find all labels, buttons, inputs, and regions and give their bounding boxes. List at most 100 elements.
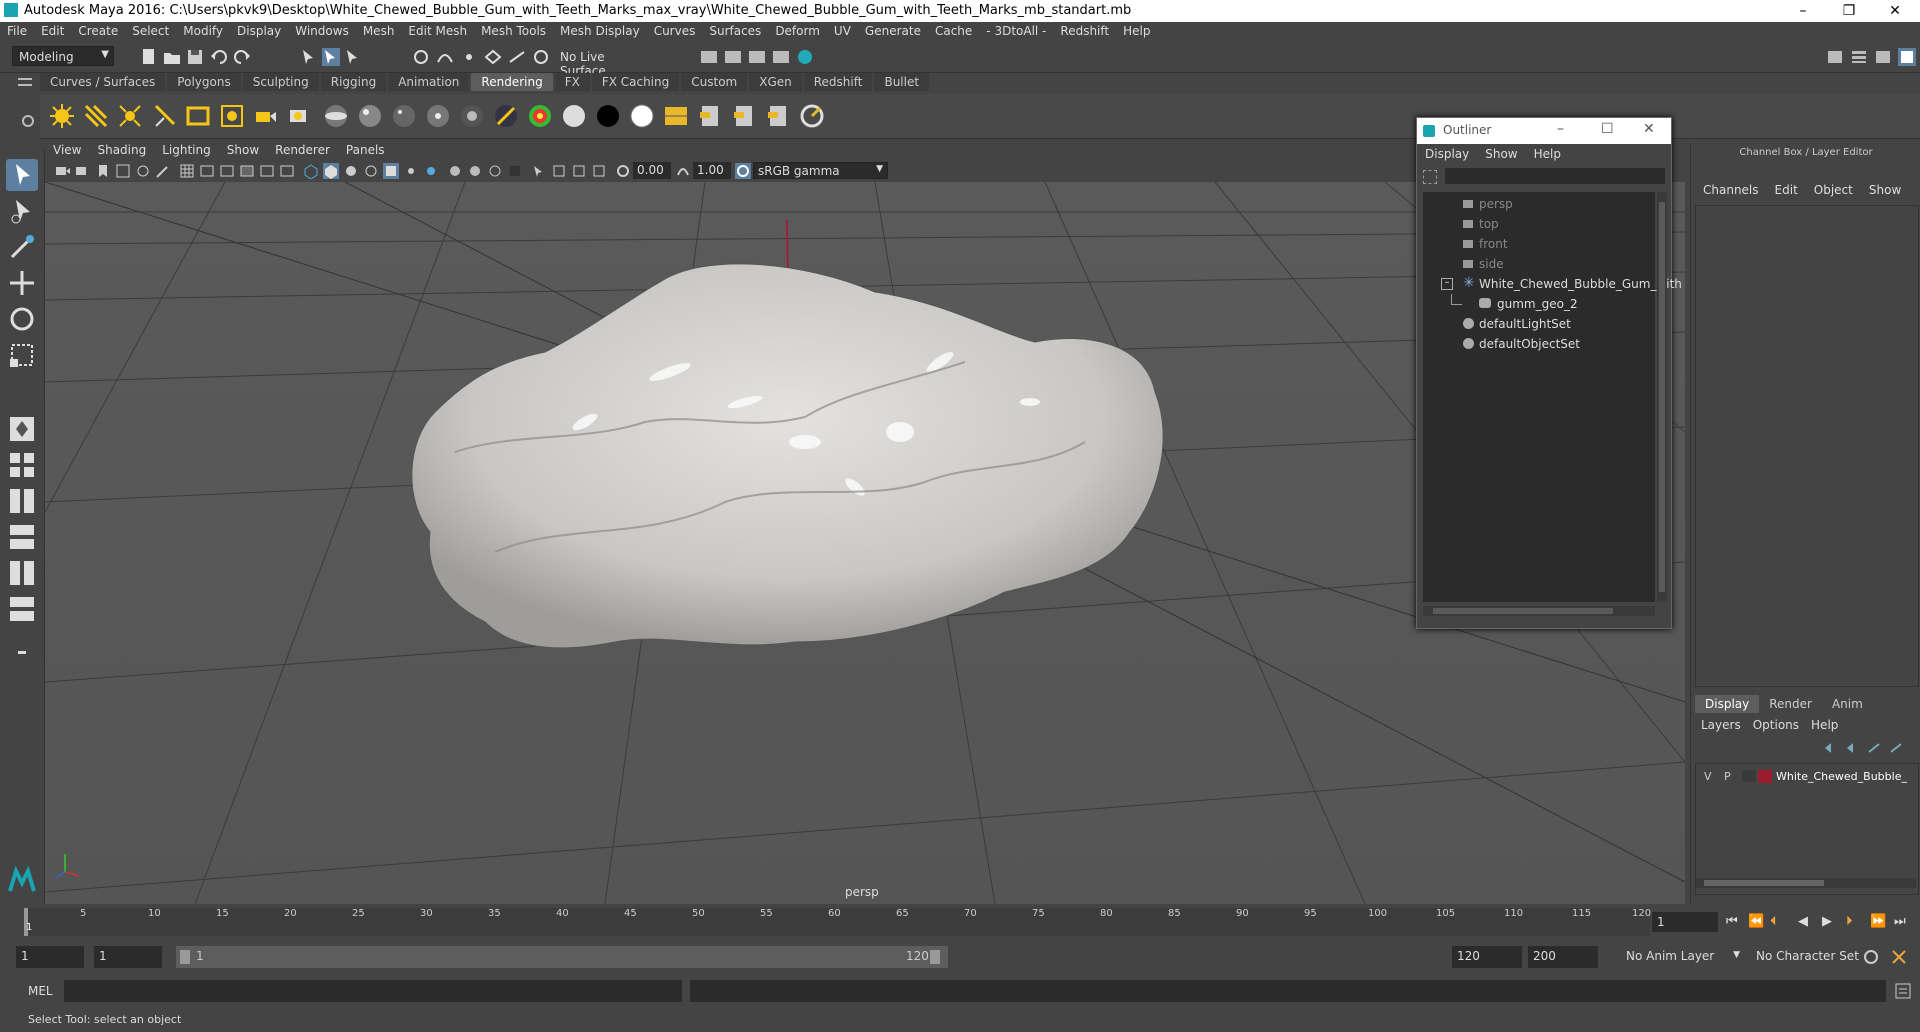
phong-e-shader-icon[interactable] — [424, 102, 452, 130]
outliner-vscrollbar[interactable] — [1657, 192, 1667, 602]
smooth-shade-icon[interactable] — [323, 163, 339, 179]
default-material-icon[interactable] — [343, 163, 359, 179]
scale-tool-icon[interactable] — [6, 339, 38, 371]
anti-aliasing-icon[interactable] — [487, 163, 503, 179]
close-button[interactable]: ✕ — [1872, 0, 1918, 22]
textured-icon[interactable] — [383, 163, 399, 179]
grid-toggle-icon[interactable] — [179, 163, 195, 179]
shelf-menu-icon[interactable] — [18, 78, 32, 90]
move-layer-down-icon[interactable] — [1845, 740, 1861, 756]
camera-aim-icon[interactable] — [286, 102, 314, 130]
live-surface-icon[interactable] — [532, 48, 550, 66]
tool-settings-icon[interactable] — [1874, 48, 1892, 66]
time-slider[interactable]: 1 5 10 15 20 25 30 35 40 45 50 55 60 65 … — [0, 904, 1920, 940]
menu-surfaces[interactable]: Surfaces — [702, 22, 768, 38]
bookmark-icon[interactable] — [95, 163, 111, 179]
lambert-shader-icon[interactable] — [322, 102, 350, 130]
outliner-item-default-light-set[interactable]: defaultLightSet — [1423, 314, 1653, 334]
time-ruler[interactable]: 1 5 10 15 20 25 30 35 40 45 50 55 60 65 … — [24, 908, 1651, 936]
outliner-item-gumm-geo[interactable]: gumm_geo_2 — [1423, 294, 1653, 314]
outliner-minimize-icon[interactable]: – — [1557, 121, 1564, 137]
ipr-render-icon[interactable] — [748, 48, 766, 66]
menu-modify[interactable]: Modify — [176, 22, 230, 38]
current-frame-field[interactable]: 1 — [1652, 912, 1718, 932]
layout-single-icon[interactable] — [6, 413, 38, 445]
menu-mesh-display[interactable]: Mesh Display — [553, 22, 647, 38]
outliner-hscrollbar[interactable] — [1423, 606, 1655, 616]
snap-point-icon[interactable] — [460, 48, 478, 66]
tab-fx[interactable]: FX — [554, 73, 590, 91]
layer-type-toggle[interactable] — [1742, 770, 1756, 782]
live-surface-field[interactable]: No Live Surface — [554, 47, 646, 78]
render-settings-icon[interactable] — [772, 48, 790, 66]
layer-visibility-toggle[interactable]: V — [1704, 770, 1712, 783]
cb-menu-edit[interactable]: Edit — [1767, 183, 1806, 197]
tab-rigging[interactable]: Rigging — [320, 73, 387, 91]
resolution-gate-icon[interactable] — [219, 163, 235, 179]
outliner-menu-help[interactable]: Help — [1526, 144, 1569, 164]
wireframe-icon[interactable] — [303, 163, 319, 179]
new-empty-layer-icon[interactable] — [1867, 740, 1883, 756]
tab-redshift[interactable]: Redshift — [803, 73, 873, 91]
save-scene-icon[interactable] — [186, 48, 204, 66]
step-forward-frame-icon[interactable]: ⏵ — [1846, 914, 1853, 929]
menu-windows[interactable]: Windows — [288, 22, 356, 38]
layout-persp-outliner-icon[interactable] — [6, 521, 38, 553]
spot-light-icon[interactable] — [150, 102, 178, 130]
select-tool-icon[interactable] — [6, 159, 38, 191]
tab-display[interactable]: Display — [1695, 695, 1760, 713]
play-forward-icon[interactable]: ▶ — [1822, 914, 1832, 929]
tab-custom[interactable]: Custom — [681, 73, 748, 91]
xray-icon[interactable] — [551, 163, 567, 179]
outliner-item-persp[interactable]: persp — [1423, 194, 1653, 214]
white-shader-icon[interactable] — [628, 102, 656, 130]
color-space-dropdown[interactable]: sRGB gamma ▼ — [753, 162, 888, 179]
playback-end-field[interactable]: 120 — [1452, 946, 1522, 968]
menu-mesh[interactable]: Mesh — [356, 22, 402, 38]
menu-display[interactable]: Display — [230, 22, 288, 38]
use-all-lights-icon[interactable] — [403, 163, 419, 179]
batch-render-icon[interactable] — [764, 102, 792, 130]
use-background-icon[interactable] — [594, 102, 622, 130]
menu-uv[interactable]: UV — [827, 22, 858, 38]
outliner-item-gum-group[interactable]: – ✳ White_Chewed_Bubble_Gum_with — [1423, 274, 1682, 294]
anim-layer-dropdown[interactable]: No Anim Layer ▼ — [1620, 946, 1742, 968]
tab-xgen[interactable]: XGen — [749, 73, 802, 91]
area-light-icon[interactable] — [184, 102, 212, 130]
menu-file[interactable]: File — [0, 22, 34, 38]
layer-menu-help[interactable]: Help — [1805, 718, 1844, 732]
hypershade-icon[interactable] — [796, 48, 814, 66]
animation-end-field[interactable]: 200 — [1528, 946, 1598, 968]
volume-light-icon[interactable] — [218, 102, 246, 130]
layout-graph-icon[interactable] — [6, 557, 38, 589]
screen-space-ao-icon[interactable] — [447, 163, 463, 179]
undo-icon[interactable] — [210, 48, 228, 66]
render-region-icon[interactable] — [700, 48, 718, 66]
tab-bullet[interactable]: Bullet — [874, 73, 930, 91]
layer-hscrollbar[interactable] — [1696, 878, 1916, 888]
script-language-label[interactable]: MEL — [28, 984, 53, 998]
shadows-icon[interactable] — [423, 163, 439, 179]
select-component-icon[interactable] — [344, 48, 362, 66]
ambient-light-icon[interactable] — [48, 102, 76, 130]
cb-menu-show[interactable]: Show — [1861, 183, 1909, 197]
range-end-handle[interactable] — [930, 950, 940, 964]
outliner-search-field[interactable] — [1445, 168, 1665, 184]
animation-preferences-icon[interactable] — [1890, 948, 1908, 966]
vp-menu-renderer[interactable]: Renderer — [267, 143, 338, 157]
xray-components-icon[interactable] — [591, 163, 607, 179]
outliner-menu-display[interactable]: Display — [1417, 144, 1477, 164]
menu-mesh-tools[interactable]: Mesh Tools — [474, 22, 553, 38]
move-layer-up-icon[interactable] — [1823, 740, 1839, 756]
layout-two-icon[interactable] — [6, 485, 38, 517]
vp-menu-shading[interactable]: Shading — [89, 143, 154, 157]
menu-select[interactable]: Select — [125, 22, 176, 38]
menu-deform[interactable]: Deform — [768, 22, 827, 38]
script-editor-icon[interactable] — [1894, 982, 1912, 1000]
attribute-editor-icon[interactable] — [1850, 48, 1868, 66]
render-frame-icon[interactable] — [724, 48, 742, 66]
outliner-item-top[interactable]: top — [1423, 214, 1653, 234]
layer-playback-toggle[interactable]: P — [1724, 770, 1731, 783]
blinn-shader-icon[interactable] — [356, 102, 384, 130]
vp-menu-panels[interactable]: Panels — [338, 143, 393, 157]
